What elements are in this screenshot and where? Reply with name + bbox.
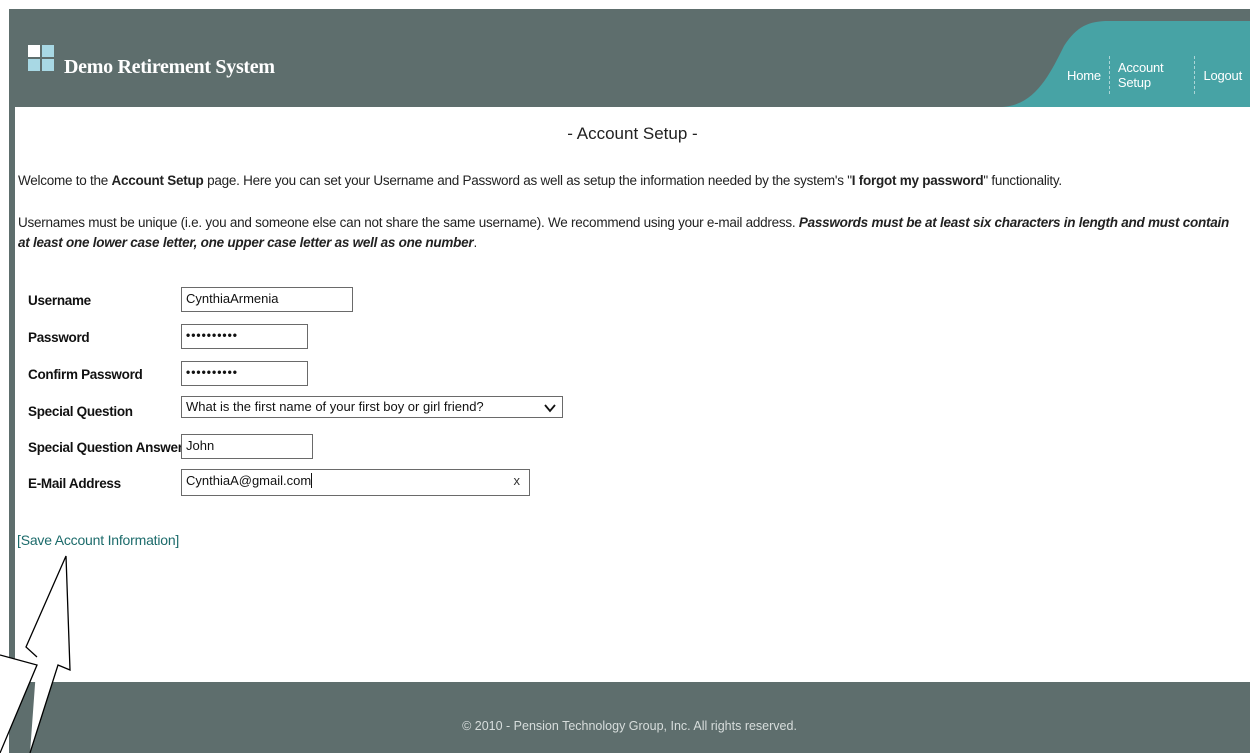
period-text: .	[473, 235, 477, 250]
confirm-password-label: Confirm Password	[28, 367, 143, 382]
intro-bold-page-name: Account Setup	[111, 173, 204, 188]
footer-copyright: © 2010 - Pension Technology Group, Inc. …	[462, 719, 797, 733]
password-input[interactable]: ••••••••••	[181, 324, 308, 349]
app-frame: Demo Retirement System Home Account Setu…	[9, 9, 1250, 753]
text-cursor	[311, 473, 313, 488]
intro-bold-forgot-password: I forgot my password	[851, 173, 984, 188]
nav-divider	[1108, 56, 1110, 94]
email-label: E-Mail Address	[28, 476, 121, 491]
save-account-information-link[interactable]: [Save Account Information]	[17, 532, 179, 548]
password-label: Password	[28, 330, 90, 345]
confirm-password-input[interactable]: ••••••••••	[181, 361, 308, 386]
intro-text: " functionality.	[983, 173, 1062, 188]
nav-account-setup[interactable]: Account Setup	[1110, 60, 1195, 90]
chevron-down-icon	[544, 404, 556, 413]
intro-text: page. Here you can set your Username and…	[203, 173, 852, 188]
special-answer-input[interactable]: John	[181, 434, 313, 459]
page-title: - Account Setup -	[567, 124, 698, 143]
username-rules-text: Usernames must be unique (i.e. you and s…	[18, 215, 799, 230]
app-title: Demo Retirement System	[64, 56, 275, 78]
header: Demo Retirement System Home Account Setu…	[9, 9, 1250, 107]
logo-icon	[28, 45, 56, 85]
intro-paragraph: Welcome to the Account Setup page. Here …	[18, 171, 1243, 191]
password-rules-paragraph: Usernames must be unique (i.e. you and s…	[18, 213, 1243, 253]
special-question-label: Special Question	[28, 404, 133, 419]
special-question-select[interactable]: What is the first name of your first boy…	[181, 396, 563, 418]
email-input[interactable]: CynthiaA@gmail.com x	[181, 469, 530, 496]
clear-icon[interactable]: x	[514, 473, 521, 488]
main-content: - Account Setup - Welcome to the Account…	[15, 107, 1250, 682]
nav-divider	[1194, 56, 1196, 94]
nav-logout[interactable]: Logout	[1195, 68, 1250, 83]
special-answer-label: Special Question Answer	[28, 440, 183, 455]
special-question-value: What is the first name of your first boy…	[186, 399, 484, 414]
email-value: CynthiaA@gmail.com	[186, 473, 312, 488]
username-label: Username	[28, 293, 91, 308]
username-input[interactable]: CynthiaArmenia	[181, 287, 353, 312]
intro-text: Welcome to the	[18, 173, 112, 188]
top-nav: Home Account Setup Logout	[1059, 56, 1250, 94]
nav-home[interactable]: Home	[1059, 68, 1109, 83]
